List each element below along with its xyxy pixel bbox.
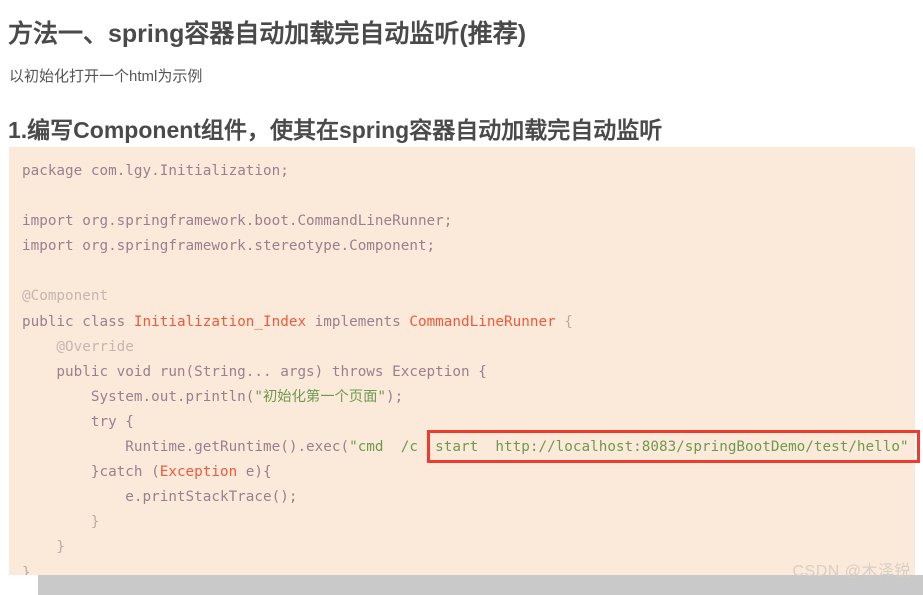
code-line: Runtime.getRuntime().exec("cmd /c start … [22,435,915,460]
code-token: { [555,313,573,330]
code-token: import org.springframework.stereotype.Co… [22,238,436,255]
code-token: public class [22,313,134,330]
code-line: } [22,561,915,576]
code-line: package com.lgy.Initialization; [22,159,915,184]
section-heading: 1.编写Component组件，使其在spring容器自动加载完自动监听 [8,117,663,144]
code-line: @Component [22,284,915,309]
code-content: package com.lgy.Initialization; import o… [22,159,915,575]
code-token: Exception [159,464,238,481]
code-token: @Component [22,288,109,305]
code-token: e.printStackTrace(); [22,489,298,506]
code-token: public void run(String... args) throws E… [22,363,487,380]
code-token: ); [386,388,404,405]
code-line: }catch (Exception e){ [22,460,915,485]
code-line: } [22,535,915,560]
page-title: 方法一、spring容器自动加载完自动监听(推荐) [8,19,527,48]
code-line: import org.springframework.stereotype.Co… [22,234,915,259]
code-token: "cmd /c start http://localhost:8083/spri… [349,439,909,456]
watermark-label: CSDN @木泽锐 [792,563,911,580]
bottom-scroll-strip[interactable] [38,575,923,595]
code-line: import org.springframework.boot.CommandL… [22,209,915,234]
code-token: } [22,514,100,531]
code-line: public class Initialization_Index implem… [22,310,915,335]
code-token: implements [306,313,410,330]
code-token: com.lgy.Initialization; [90,163,289,179]
intro-paragraph: 以初始化打开一个html为示例 [9,68,203,85]
code-token: Initialization_Index [133,313,307,330]
code-line: e.printStackTrace(); [22,485,915,510]
code-token: e){ [237,464,272,481]
code-token: try { [22,413,134,430]
code-token: Runtime.getRuntime().exec( [22,439,350,456]
code-token: import org.springframework.boot.CommandL… [22,213,453,230]
code-token: package [22,163,91,179]
code-block[interactable]: package com.lgy.Initialization; import o… [9,147,915,575]
code-line: System.out.println("初始化第一个页面"); [22,385,915,410]
code-token: CommandLineRunner [409,313,556,330]
code-line: try { [22,410,915,435]
code-line: } [22,510,915,535]
code-token: System.out.println( [22,388,255,405]
code-lines: package com.lgy.Initialization; import o… [22,159,915,575]
code-token: } [22,564,31,576]
code-token: @Override [22,338,134,355]
code-token: "初始化第一个页面" [254,388,386,405]
code-token: } [22,539,66,556]
code-line: @Override [22,335,915,360]
code-line: public void run(String... args) throws E… [22,360,915,385]
code-token: }catch ( [22,464,160,481]
